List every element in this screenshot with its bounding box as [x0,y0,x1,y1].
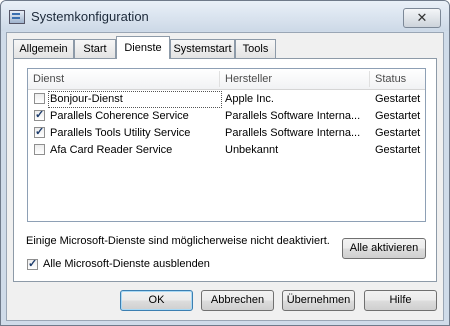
title-bar: Systemkonfiguration ✕ [1,1,449,31]
service-vendor: Apple Inc. [225,93,274,105]
list-header: Dienst Hersteller Status [28,69,425,90]
services-tab-panel: Dienst Hersteller Status Bonjour-Dienst … [13,58,437,282]
enable-all-button[interactable]: Alle aktivieren [342,238,426,259]
hide-ms-label[interactable]: Alle Microsoft-Dienste ausblenden [43,258,210,270]
service-name: Parallels Tools Utility Service [50,127,191,139]
row-checkbox[interactable]: ✓ [34,110,45,121]
service-vendor: Unbekannt [225,144,279,156]
table-row[interactable]: Afa Card Reader Service Unbekannt Gestar… [28,142,425,159]
apply-button[interactable]: Übernehmen [282,290,355,311]
service-status: Gestartet [375,93,421,105]
table-row[interactable]: ✓ Parallels Coherence Service Parallels … [28,108,425,125]
column-header-status[interactable]: Status [370,69,425,89]
column-header-vendor[interactable]: Hersteller [220,69,370,89]
cancel-button[interactable]: Abbrechen [201,290,274,311]
service-name: Afa Card Reader Service [50,144,173,156]
row-checkbox[interactable]: ✓ [34,127,45,138]
dialog-body: Allgemein Start Dienste Systemstart Tool… [6,32,444,321]
service-name: Bonjour-Dienst [48,91,222,108]
service-name: Parallels Coherence Service [50,110,189,122]
row-checkbox[interactable] [34,93,45,104]
tab-allgemein[interactable]: Allgemein [13,39,74,58]
window-title: Systemkonfiguration [31,9,149,24]
service-status: Gestartet [375,127,421,139]
ok-button[interactable]: OK [120,290,193,311]
service-vendor: Parallels Software Interna... [225,110,361,122]
table-row[interactable]: ✓ Parallels Tools Utility Service Parall… [28,125,425,142]
system-config-icon [9,10,25,24]
tab-systemstart[interactable]: Systemstart [170,39,235,58]
tab-tools[interactable]: Tools [235,39,276,58]
service-vendor: Parallels Software Interna... [225,127,361,139]
tab-start[interactable]: Start [74,39,116,58]
service-status: Gestartet [375,110,421,122]
hide-ms-checkbox-box[interactable]: ✓ [27,259,38,270]
ms-services-note: Einige Microsoft-Dienste sind möglicherw… [26,235,330,247]
services-list[interactable]: Dienst Hersteller Status Bonjour-Dienst … [27,68,426,222]
help-button[interactable]: Hilfe [364,290,437,311]
close-button[interactable]: ✕ [403,8,441,28]
dialog-window: Systemkonfiguration ✕ Allgemein Start Di… [0,0,450,326]
row-checkbox[interactable] [34,144,45,155]
table-row[interactable]: Bonjour-Dienst Apple Inc. Gestartet [28,91,425,108]
column-header-service[interactable]: Dienst [28,69,220,89]
service-status: Gestartet [375,144,421,156]
tab-dienste[interactable]: Dienste [116,36,170,59]
